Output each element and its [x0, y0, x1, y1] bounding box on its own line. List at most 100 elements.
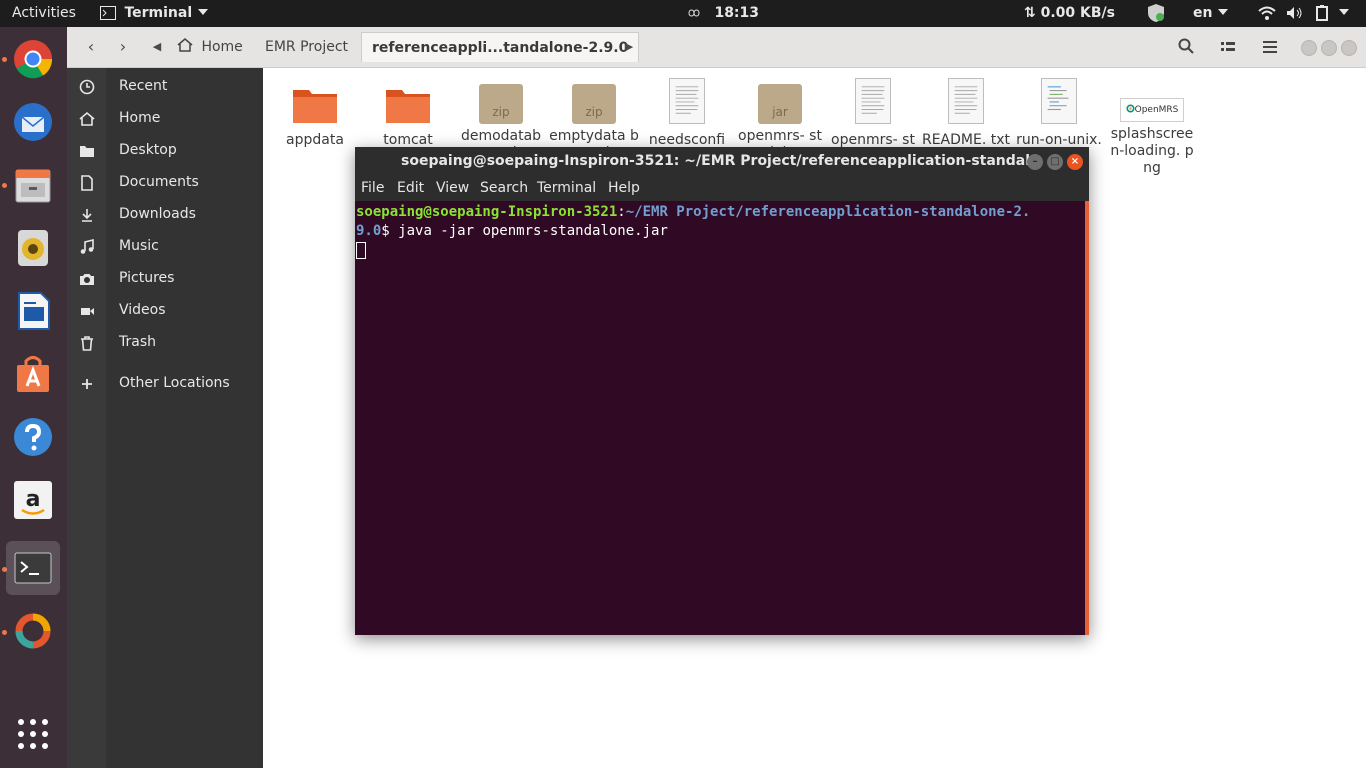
- dock-ubuntu-app[interactable]: [6, 604, 60, 658]
- terminal-output[interactable]: soepaing@soepaing-Inspiron-3521:~/EMR Pr…: [355, 201, 1089, 635]
- sidebar-item-music[interactable]: Music: [67, 231, 263, 263]
- terminal-title: soepaing@soepaing-Inspiron-3521: ~/EMR P…: [401, 153, 1041, 169]
- prompt-separator: :: [617, 204, 626, 220]
- dock-rhythmbox[interactable]: [6, 221, 60, 275]
- svg-text:a: a: [26, 487, 41, 512]
- menu-button[interactable]: [1255, 33, 1285, 61]
- sidebar-item-downloads[interactable]: Downloads: [67, 199, 263, 231]
- close-icon: ×: [1070, 156, 1080, 167]
- terminal-app-icon: [100, 6, 116, 20]
- text-file-icon: [948, 78, 984, 124]
- terminal-close-button[interactable]: ×: [1067, 154, 1083, 170]
- speaker-icon: [18, 230, 48, 266]
- archive-badge: zip: [492, 105, 510, 119]
- sidebar-item-recent[interactable]: Recent: [67, 71, 263, 103]
- activities-button[interactable]: Activities: [12, 0, 76, 27]
- back-button[interactable]: ‹: [76, 33, 106, 61]
- sidebar-item-documents[interactable]: Documents: [67, 167, 263, 199]
- prompt-path: ~/EMR Project/referenceapplication-stand…: [625, 204, 1031, 220]
- clock-label: 18:13: [714, 5, 760, 21]
- chevron-down-icon: [198, 9, 209, 15]
- path-scroll-right[interactable]: ▶: [619, 33, 639, 61]
- maximize-button[interactable]: [1321, 40, 1337, 56]
- image-thumbnail: OpenMRS: [1120, 98, 1184, 122]
- folder-icon: [386, 90, 430, 123]
- sidebar-item-label: Documents: [119, 174, 199, 190]
- dock-software[interactable]: [6, 347, 60, 401]
- terminal-command: java -jar openmrs-standalone.jar: [398, 223, 668, 239]
- volume-icon: [1287, 7, 1302, 19]
- terminal-minimize-button[interactable]: –: [1027, 154, 1043, 170]
- terminal-titlebar[interactable]: soepaing@soepaing-Inspiron-3521: ~/EMR P…: [355, 147, 1089, 177]
- jar-archive-icon: jar: [758, 84, 802, 124]
- trash-icon: [81, 336, 93, 351]
- terminal-scrollbar[interactable]: [1085, 201, 1089, 635]
- prompt-symbol: $: [381, 223, 399, 239]
- music-icon: [80, 239, 94, 254]
- terminal-menubar: File Edit View Search Terminal Help: [355, 177, 1089, 201]
- shopping-bag-icon: [17, 356, 49, 392]
- search-button[interactable]: [1171, 33, 1201, 61]
- sidebar-item-desktop[interactable]: Desktop: [67, 135, 263, 167]
- file-item[interactable]: OpenMRS splashscree n-loading. png: [1107, 78, 1197, 178]
- dock-help[interactable]: [6, 410, 60, 464]
- chevron-left-icon: ◀: [152, 40, 162, 53]
- dock-thunderbird[interactable]: [6, 95, 60, 149]
- home-icon: [177, 38, 193, 52]
- shield-indicator[interactable]: [1146, 0, 1166, 27]
- folder-icon: [293, 90, 337, 123]
- infinity-icon: [688, 9, 700, 17]
- dock-chrome[interactable]: [6, 32, 60, 86]
- system-menu[interactable]: [1258, 0, 1350, 27]
- breadcrumb-emr-project[interactable]: EMR Project: [265, 32, 348, 62]
- file-cabinet-icon: [15, 169, 51, 203]
- help-icon: [14, 418, 52, 456]
- menu-help[interactable]: Help: [608, 180, 640, 196]
- breadcrumb-home[interactable]: Home: [177, 32, 243, 62]
- app-menu[interactable]: Terminal: [100, 0, 209, 27]
- writer-document-icon: [18, 292, 50, 330]
- places-sidebar: Recent Home Desktop Documents Downloads …: [67, 68, 263, 768]
- menu-view[interactable]: View: [436, 180, 469, 196]
- sidebar-item-home[interactable]: Home: [67, 103, 263, 135]
- language-menu[interactable]: en: [1193, 0, 1229, 27]
- terminal-maximize-button[interactable]: □: [1047, 154, 1063, 170]
- sidebar-item-other-locations[interactable]: Other Locations: [67, 368, 263, 400]
- sidebar-item-label: Downloads: [119, 206, 196, 222]
- dock-terminal[interactable]: [6, 541, 60, 595]
- sidebar-item-videos[interactable]: Videos: [67, 295, 263, 327]
- menu-terminal[interactable]: Terminal: [537, 180, 596, 196]
- file-label: splashscree n-loading. png: [1110, 126, 1194, 176]
- minimize-button[interactable]: [1301, 40, 1317, 56]
- net-speed-label: ⇅ 0.00 KB/s: [1024, 5, 1115, 21]
- prompt-user: soepaing@soepaing-Inspiron-3521: [356, 204, 618, 220]
- view-toggle-button[interactable]: [1213, 33, 1243, 61]
- menu-search[interactable]: Search: [480, 180, 528, 196]
- minimize-icon: –: [1032, 156, 1038, 167]
- sidebar-item-pictures[interactable]: Pictures: [67, 263, 263, 295]
- breadcrumb-current[interactable]: referenceappli...tandalone-2.9.0: [361, 32, 640, 62]
- sidebar-item-trash[interactable]: Trash: [67, 327, 263, 359]
- menu-file[interactable]: File: [361, 180, 384, 196]
- net-speed-indicator[interactable]: ⇅ 0.00 KB/s: [1024, 0, 1115, 27]
- maximize-icon: □: [1050, 156, 1060, 167]
- document-icon: [81, 175, 93, 191]
- path-scroll-left[interactable]: ◀: [147, 33, 167, 61]
- app-menu-label: Terminal: [124, 5, 193, 21]
- close-button[interactable]: [1341, 40, 1357, 56]
- dock-writer[interactable]: [6, 284, 60, 338]
- archive-badge: zip: [585, 105, 603, 119]
- menu-edit[interactable]: Edit: [397, 180, 424, 196]
- sidebar-item-label: Music: [119, 238, 159, 254]
- dock-amazon[interactable]: a: [6, 473, 60, 527]
- file-item[interactable]: appdata: [270, 78, 360, 166]
- breadcrumb-label: EMR Project: [265, 39, 349, 55]
- terminal-line: soepaing@soepaing-Inspiron-3521:~/EMR Pr…: [356, 203, 1088, 222]
- forward-button[interactable]: ›: [108, 33, 138, 61]
- show-applications-button[interactable]: [6, 707, 60, 761]
- dock-files[interactable]: [6, 158, 60, 212]
- language-label: en: [1193, 5, 1213, 21]
- archive-icon: zip: [479, 84, 523, 124]
- clock-icon: [79, 79, 95, 95]
- clock[interactable]: 18:13: [684, 0, 759, 27]
